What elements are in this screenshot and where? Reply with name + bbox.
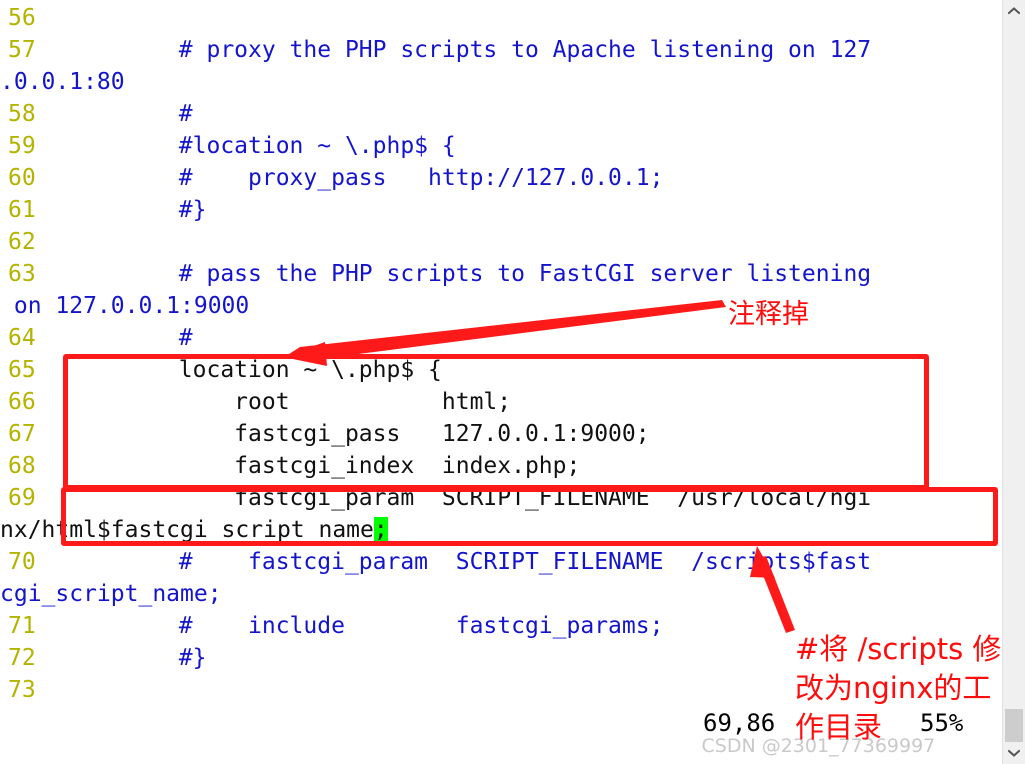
- code-segment: fastcgi_index index.php;: [68, 453, 581, 479]
- code-segment: #}: [68, 645, 207, 671]
- line-number: 58: [8, 101, 36, 127]
- code-segment: #: [68, 101, 193, 127]
- line-content: #}: [68, 194, 207, 226]
- line-content-wrapped: .0.0.1:80: [0, 66, 125, 98]
- line-content: fastcgi_index index.php;: [68, 450, 580, 482]
- vertical-scrollbar[interactable]: [1002, 0, 1025, 764]
- line-content: #: [68, 98, 193, 130]
- line-content: # pass the PHP scripts to FastCGI server…: [68, 258, 871, 290]
- code-segment: # include fastcgi_params;: [68, 613, 664, 639]
- scrollbar-thumb[interactable]: [1005, 709, 1023, 742]
- line-number: 66: [8, 389, 36, 415]
- line-content-wrapped: nx/html$fastcgi_script_name;: [0, 514, 388, 546]
- line-number: 71: [8, 613, 36, 639]
- line-content: location ~ \.php$ {: [68, 354, 442, 386]
- code-segment: # proxy_pass http://127.0.0.1;: [68, 165, 664, 191]
- code-editor-text-area[interactable]: 56 57 # proxy the PHP scripts to Apache l…: [0, 0, 1003, 764]
- scroll-up-button[interactable]: [1003, 0, 1025, 22]
- text-cursor: ;: [373, 517, 388, 543]
- code-segment: .0.0.1:80: [0, 69, 125, 95]
- line-content: fastcgi_param SCRIPT_FILENAME /usr/local…: [68, 482, 871, 514]
- code-segment: #: [68, 325, 193, 351]
- line-number: 62: [8, 229, 36, 255]
- code-segment: # proxy the PHP scripts to Apache listen…: [68, 37, 872, 63]
- status-cursor-position: 69,86: [703, 709, 776, 737]
- vim-editor-screenshot: 56 57 # proxy the PHP scripts to Apache l…: [0, 0, 1025, 764]
- line-content: root html;: [68, 386, 511, 418]
- line-number: 65: [8, 357, 36, 383]
- line-content: # fastcgi_param SCRIPT_FILENAME /scripts…: [68, 546, 871, 578]
- chevron-up-icon: [1008, 7, 1020, 15]
- line-number: 57: [8, 37, 36, 63]
- line-number: 73: [8, 677, 36, 703]
- code-segment: #}: [68, 197, 207, 223]
- line-number: 69: [8, 485, 36, 511]
- scroll-down-button[interactable]: [1003, 742, 1025, 764]
- status-scroll-percent: 55%: [920, 709, 964, 737]
- code-segment: fastcgi_param SCRIPT_FILENAME /usr/local…: [68, 485, 872, 511]
- code-segment: fastcgi_pass 127.0.0.1:9000;: [68, 421, 650, 447]
- code-segment: on 127.0.0.1:9000: [0, 293, 250, 319]
- code-segment: cgi_script_name;: [0, 581, 222, 607]
- code-segment: root html;: [68, 389, 512, 415]
- chevron-down-icon: [1008, 749, 1020, 757]
- line-number: 63: [8, 261, 36, 287]
- line-number: 72: [8, 645, 36, 671]
- line-number: 68: [8, 453, 36, 479]
- line-number: 59: [8, 133, 36, 159]
- line-content: #: [68, 322, 193, 354]
- code-segment: # pass the PHP scripts to FastCGI server…: [68, 261, 872, 287]
- line-number: 56: [8, 5, 36, 31]
- line-content: #}: [68, 642, 207, 674]
- line-content: # include fastcgi_params;: [68, 610, 664, 642]
- line-content-wrapped: cgi_script_name;: [0, 578, 222, 610]
- line-content-wrapped: on 127.0.0.1:9000: [0, 290, 249, 322]
- line-number: 60: [8, 165, 36, 191]
- code-segment: # fastcgi_param SCRIPT_FILENAME /scripts…: [68, 549, 872, 575]
- code-segment: nx/html$fastcgi_script_name: [0, 517, 374, 543]
- line-content: # proxy_pass http://127.0.0.1;: [68, 162, 664, 194]
- line-number: 70: [8, 549, 36, 575]
- line-content: # proxy the PHP scripts to Apache listen…: [68, 34, 871, 66]
- line-content: fastcgi_pass 127.0.0.1:9000;: [68, 418, 650, 450]
- line-number: 67: [8, 421, 36, 447]
- code-segment: location ~ \.php$ {: [68, 357, 442, 383]
- line-number: 61: [8, 197, 36, 223]
- line-content: #location ~ \.php$ {: [68, 130, 456, 162]
- csdn-watermark: CSDN @2301_77369997: [701, 735, 936, 757]
- line-number: 64: [8, 325, 36, 351]
- code-segment: #location ~ \.php$ {: [68, 133, 456, 159]
